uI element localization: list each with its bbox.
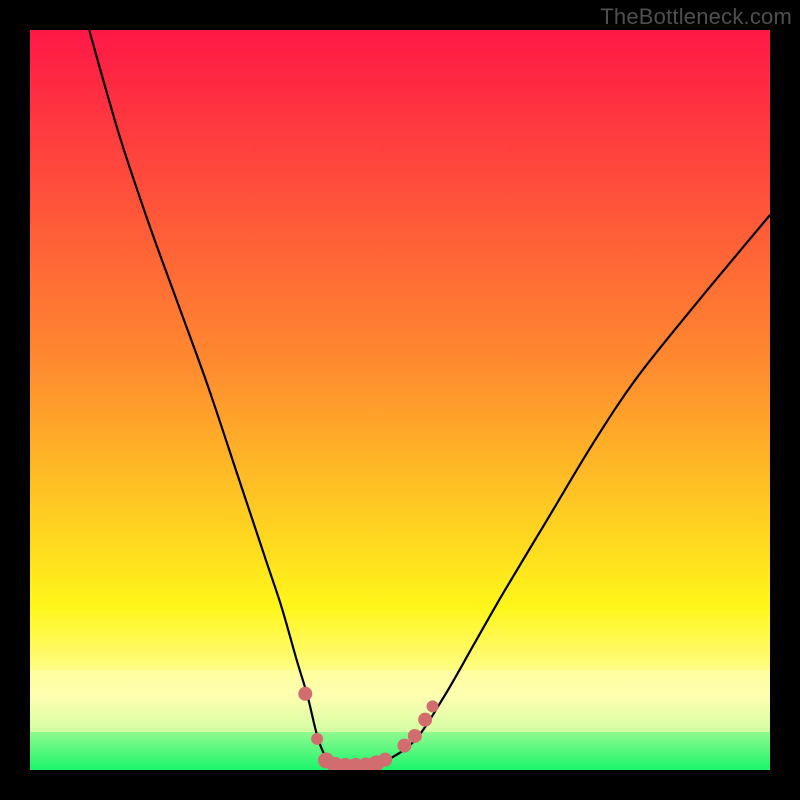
data-dot bbox=[418, 713, 432, 727]
gradient-background bbox=[30, 30, 770, 770]
data-dot bbox=[311, 733, 323, 745]
data-dot bbox=[378, 753, 392, 767]
plot-area bbox=[30, 30, 770, 770]
data-dot bbox=[397, 739, 411, 753]
chart-svg bbox=[30, 30, 770, 770]
outer-frame: TheBottleneck.com bbox=[0, 0, 800, 800]
data-dot bbox=[408, 729, 422, 743]
pale-band bbox=[30, 670, 770, 732]
data-dot bbox=[298, 687, 312, 701]
data-dot bbox=[427, 700, 439, 712]
watermark-text: TheBottleneck.com bbox=[600, 4, 792, 30]
